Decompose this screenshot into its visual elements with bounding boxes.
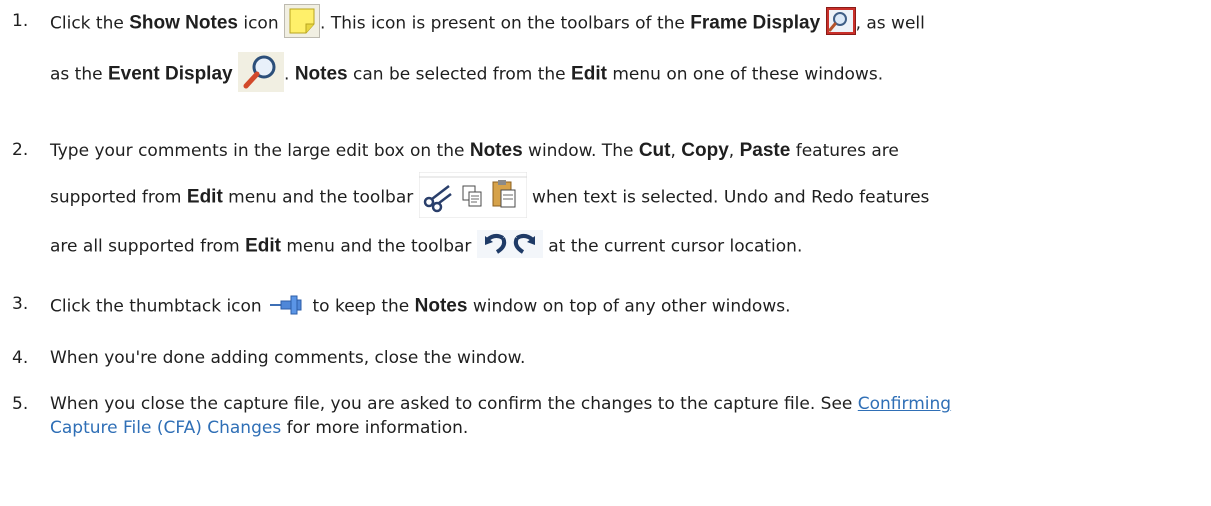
confirming-changes-link[interactable]: Confirming [858,394,951,414]
step-4-line: When you're done adding comments, close … [50,348,526,368]
keyword-notes: Notes [294,63,348,85]
keyword-show-notes: Show Notes [129,12,238,34]
step-2-line-1: Type your comments in the large edit box… [50,140,899,161]
keyword-notes: Notes [469,140,523,161]
step-5-line-2: Capture File (CFA) Changes for more info… [50,418,469,438]
step-number: 3. [12,294,29,314]
keyword-cut: Cut [638,140,671,161]
sticky-note-icon [284,4,321,43]
keyword-edit: Edit [571,63,607,85]
keyword-event-display: Event Display [107,63,233,85]
step-number: 4. [12,348,29,368]
confirming-changes-link-continued[interactable]: Capture File (CFA) Changes [50,418,281,438]
keyword-paste: Paste [739,140,791,161]
step-3-line: Click the thumbtack icon to keep the Not… [50,292,790,321]
step-number: 5. [12,394,29,414]
undo-redo-toolbar [476,230,543,263]
keyword-edit: Edit [186,186,223,208]
instruction-steps: 1. Click the Show Notes icon . This icon… [0,0,1211,506]
keyword-notes: Notes [414,295,468,317]
step-5-line-1: When you close the capture file, you are… [50,394,952,414]
magnifier-icon [238,52,284,97]
step-1-line-2: as the Event Display . Notes can be sele… [50,52,883,97]
keyword-edit: Edit [245,235,281,257]
thumbtack-icon [267,292,307,321]
step-number: 2. [12,140,29,160]
clipboard-toolbar [418,171,528,223]
step-number: 1. [12,11,29,31]
step-2-line-3: are all supported from Edit menu and the… [50,230,802,263]
step-2-line-2: supported from Edit menu and the toolbar [50,171,929,223]
keyword-frame-display: Frame Display [690,12,821,34]
keyword-copy: Copy [681,140,729,161]
frame-display-icon [825,7,856,40]
step-1-line-1: Click the Show Notes icon . This icon is… [50,4,925,43]
